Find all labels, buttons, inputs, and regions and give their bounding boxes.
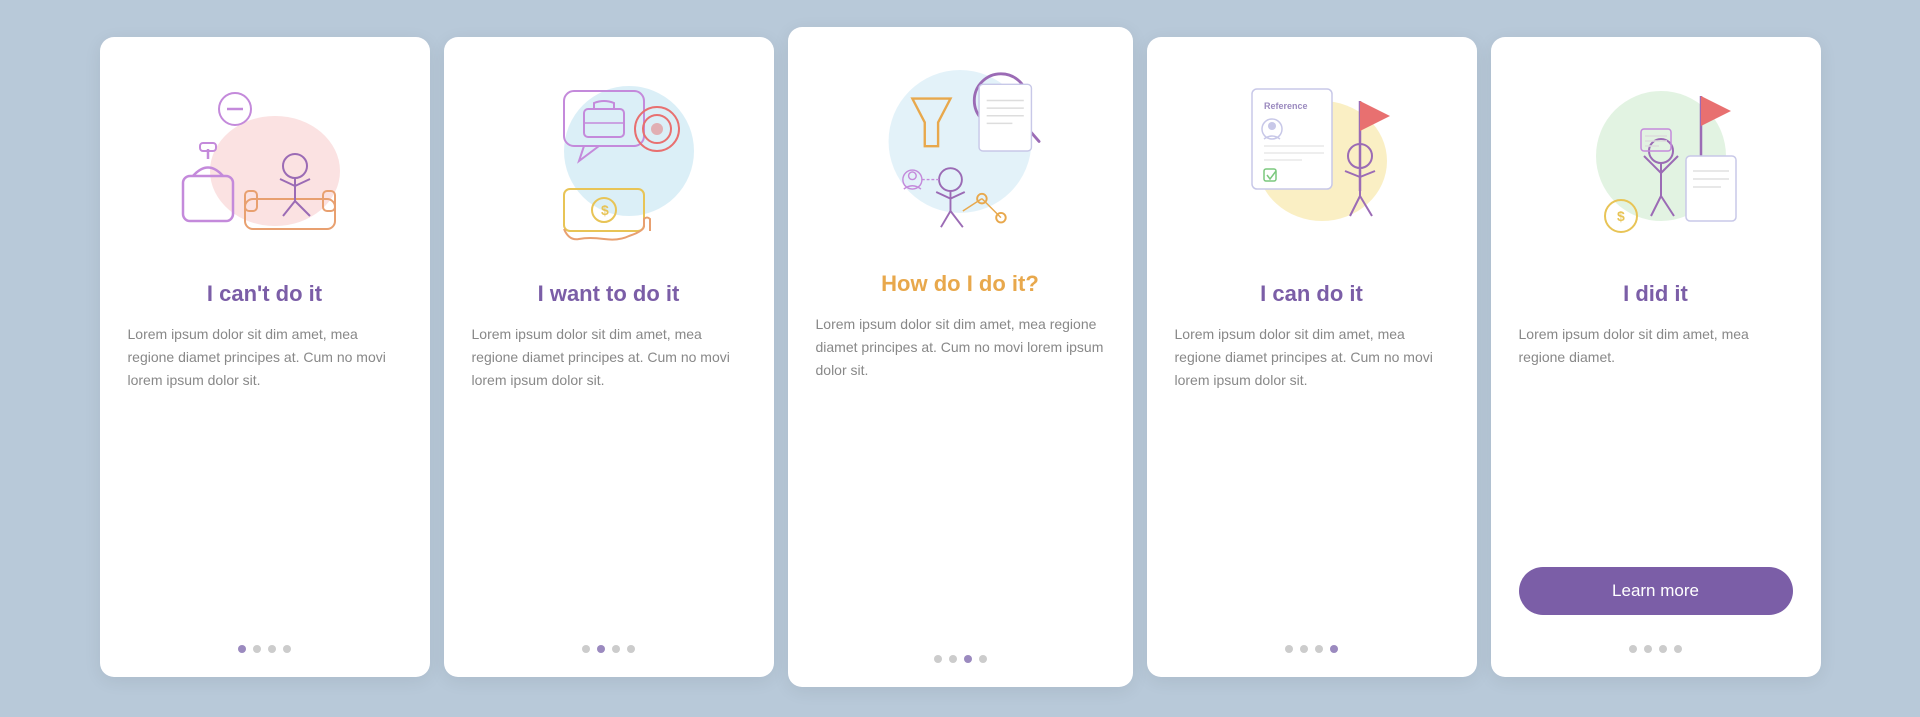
dot-4-4	[1330, 645, 1338, 653]
dot-2-1	[582, 645, 590, 653]
card-dots-4	[1285, 645, 1338, 653]
svg-text:$: $	[1617, 208, 1625, 224]
dot-5-2	[1644, 645, 1652, 653]
dot-2-3	[612, 645, 620, 653]
card-title-5: I did it	[1623, 281, 1688, 307]
card-dots-3	[934, 655, 987, 663]
card-dots-2	[582, 645, 635, 653]
card-cant-do-it: I can't do it Lorem ipsum dolor sit dim …	[100, 37, 430, 677]
card-body-4: Lorem ipsum dolor sit dim amet, mea regi…	[1175, 323, 1449, 625]
cards-container: I can't do it Lorem ipsum dolor sit dim …	[0, 0, 1920, 717]
illustration-did-it: $	[1556, 61, 1756, 261]
dot-3-2	[949, 655, 957, 663]
illustration-can-do-it: Reference	[1212, 61, 1412, 261]
dot-1-3	[268, 645, 276, 653]
dot-4-3	[1315, 645, 1323, 653]
dot-1-2	[253, 645, 261, 653]
dot-1-4	[283, 645, 291, 653]
dot-5-3	[1659, 645, 1667, 653]
svg-text:Reference: Reference	[1264, 101, 1308, 111]
card-title-4: I can do it	[1260, 281, 1363, 307]
card-can-do-it: Reference I c	[1147, 37, 1477, 677]
dot-3-1	[934, 655, 942, 663]
card-title-2: I want to do it	[538, 281, 680, 307]
card-body-2: Lorem ipsum dolor sit dim amet, mea regi…	[472, 323, 746, 625]
card-title-3: How do I do it?	[881, 271, 1039, 297]
svg-text:$: $	[601, 202, 609, 218]
dot-1-1	[238, 645, 246, 653]
card-how-do-i-do-it: How do I do it? Lorem ipsum dolor sit di…	[788, 27, 1133, 687]
card-did-it: $ I did it Lorem ipsum dolor sit dim ame…	[1491, 37, 1821, 677]
dot-2-4	[627, 645, 635, 653]
dot-2-2	[597, 645, 605, 653]
dot-4-2	[1300, 645, 1308, 653]
card-dots-1	[238, 645, 291, 653]
learn-more-button[interactable]: Learn more	[1519, 567, 1793, 615]
illustration-want-to-do-it: $	[509, 61, 709, 261]
card-body-3: Lorem ipsum dolor sit dim amet, mea regi…	[816, 313, 1105, 635]
dot-5-4	[1674, 645, 1682, 653]
card-title-1: I can't do it	[207, 281, 322, 307]
card-dots-5	[1629, 645, 1682, 653]
card-body-1: Lorem ipsum dolor sit dim amet, mea regi…	[128, 323, 402, 625]
card-body-5: Lorem ipsum dolor sit dim amet, mea regi…	[1519, 323, 1793, 557]
illustration-cant-do-it	[165, 61, 365, 261]
illustration-how-do-i-do-it	[860, 51, 1060, 251]
dot-3-4	[979, 655, 987, 663]
card-want-to-do-it: $ I want to do it Lorem ipsum dolor sit …	[444, 37, 774, 677]
dot-4-1	[1285, 645, 1293, 653]
dot-3-3	[964, 655, 972, 663]
dot-5-1	[1629, 645, 1637, 653]
